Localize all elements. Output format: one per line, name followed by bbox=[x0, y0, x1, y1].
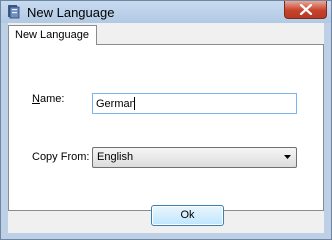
ok-button-label: Ok bbox=[180, 209, 195, 221]
dialog-client-area: New Language Name: Copy From: English Ok bbox=[8, 23, 324, 233]
text-caret bbox=[134, 97, 135, 110]
ok-button[interactable]: Ok bbox=[151, 205, 224, 226]
app-icon bbox=[8, 5, 20, 19]
tab-panel: Name: Copy From: English bbox=[8, 44, 324, 211]
chevron-down-icon bbox=[284, 155, 291, 159]
copy-from-selected: English bbox=[97, 151, 134, 163]
tab-new-language[interactable]: New Language bbox=[8, 25, 97, 45]
tab-label: New Language bbox=[15, 29, 90, 41]
name-field[interactable] bbox=[92, 93, 297, 114]
title-bar[interactable]: New Language bbox=[1, 1, 331, 23]
window-title: New Language bbox=[27, 5, 115, 20]
copy-from-label: Copy From: bbox=[32, 151, 90, 163]
name-input[interactable] bbox=[93, 94, 296, 113]
close-button[interactable] bbox=[284, 1, 327, 19]
copy-from-dropdown[interactable]: English bbox=[92, 147, 297, 168]
close-icon bbox=[299, 4, 313, 15]
name-label: Name: bbox=[32, 93, 64, 105]
dialog-window: New Language New Language Name: Copy Fro… bbox=[0, 0, 332, 240]
name-label-text: ame: bbox=[39, 93, 65, 105]
name-label-mnemonic: N bbox=[32, 93, 40, 105]
